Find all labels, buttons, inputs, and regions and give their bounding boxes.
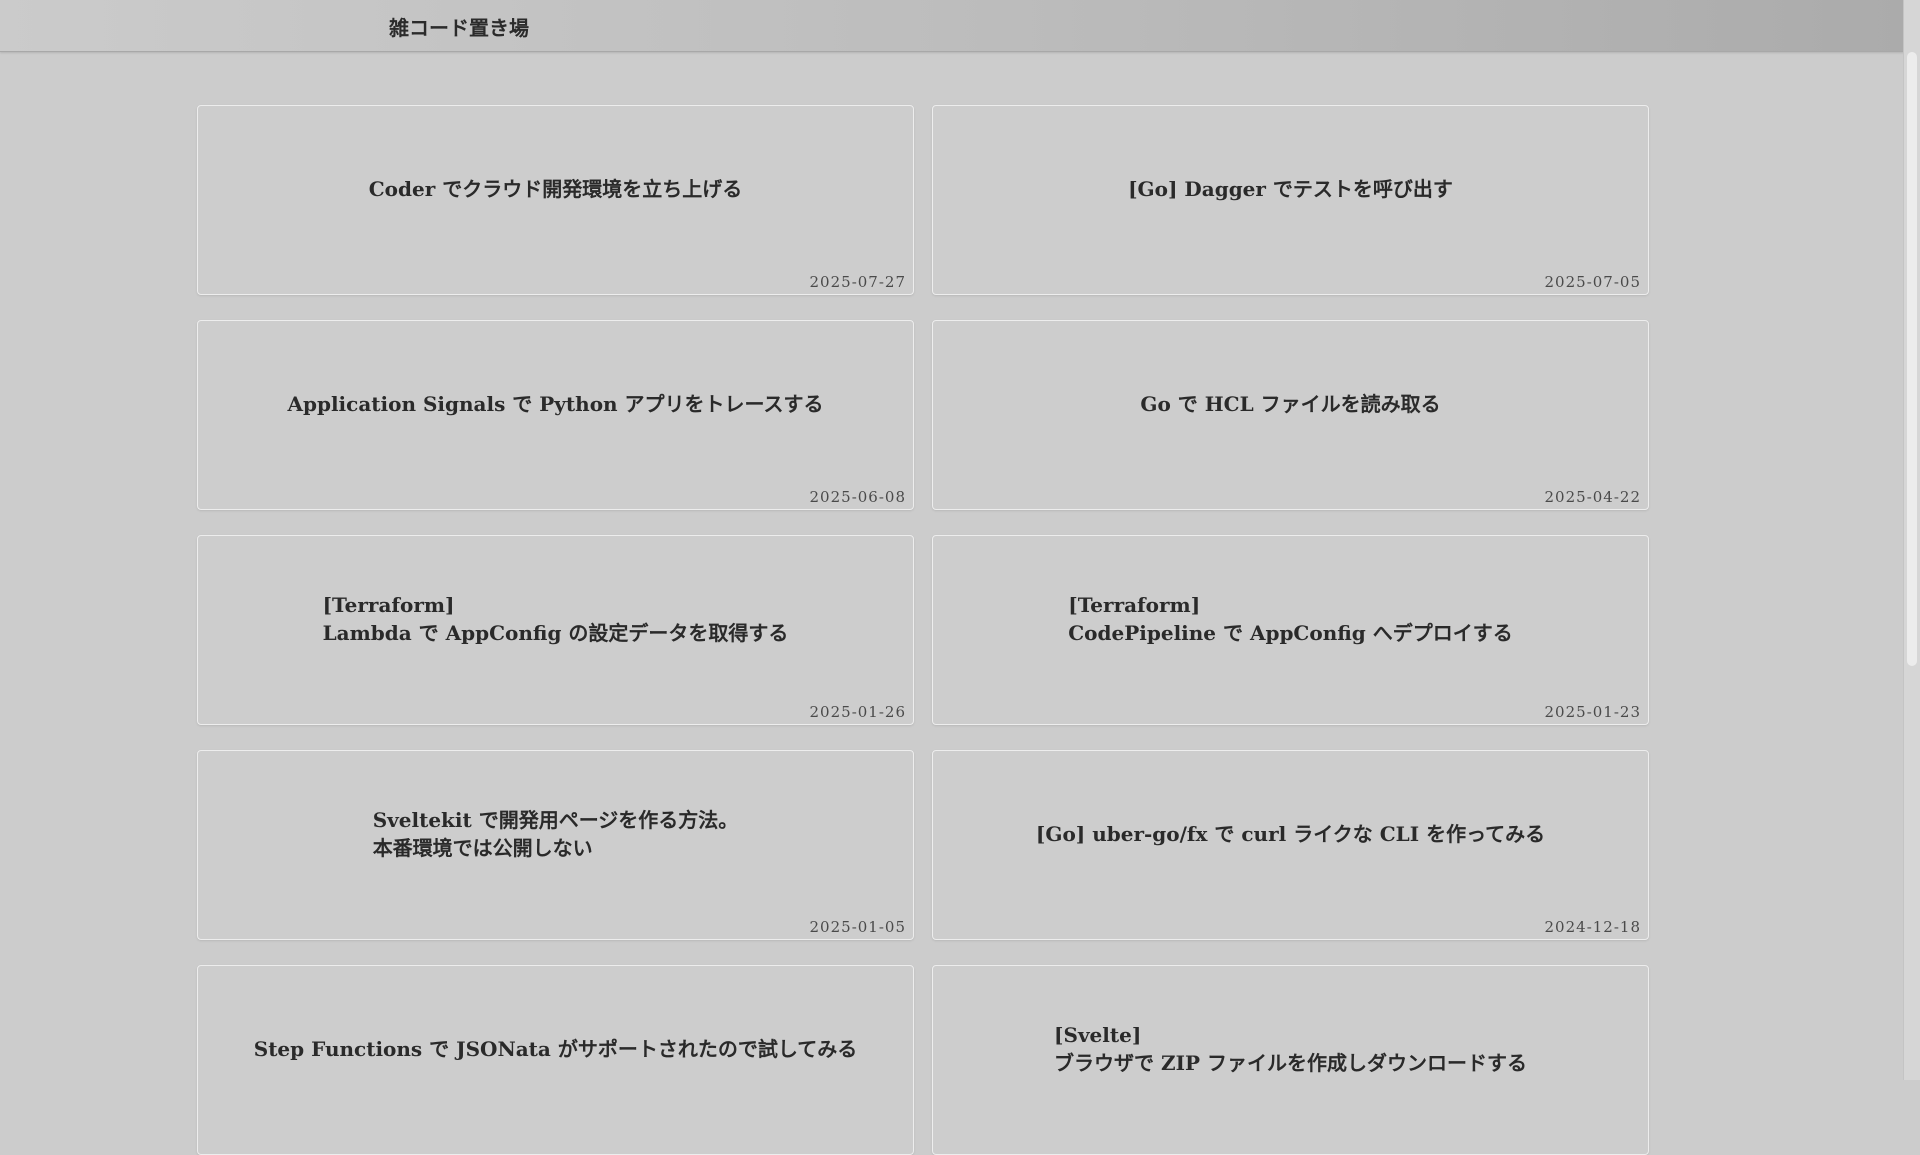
site-title-link[interactable]: 雑コード置き場: [389, 12, 529, 41]
post-card[interactable]: [Go] Dagger でテストを呼び出す 2025-07-05: [932, 105, 1649, 295]
post-title: Application Signals で Python アプリをトレースする: [287, 392, 824, 416]
post-date: 2024-12-18: [1544, 918, 1641, 936]
post-grid: Coder でクラウド開発環境を立ち上げる 2025-07-27 [Go] Da…: [197, 105, 1649, 1155]
post-card[interactable]: Application Signals で Python アプリをトレースする …: [197, 320, 914, 510]
post-title: Go で HCL ファイルを読み取る: [1140, 392, 1441, 416]
post-card[interactable]: [Go] uber-go/fx で curl ライクな CLI を作ってみる 2…: [932, 750, 1649, 940]
post-date: 2025-01-05: [809, 918, 906, 936]
post-date: 2025-04-22: [1544, 488, 1641, 506]
post-date: 2025-06-08: [809, 488, 906, 506]
post-card[interactable]: Step Functions で JSONata がサポートされたので試してみる: [197, 965, 914, 1155]
site-header: 雑コード置き場: [0, 0, 1904, 52]
post-title: Coder でクラウド開発環境を立ち上げる: [368, 177, 743, 201]
post-title: [Terraform] Lambda で AppConfig の設定データを取得…: [322, 593, 789, 645]
post-title: [Go] Dagger でテストを呼び出す: [1128, 177, 1453, 201]
post-card[interactable]: [Svelte] ブラウザで ZIP ファイルを作成しダウンロードする: [932, 965, 1649, 1155]
post-title: [Go] uber-go/fx で curl ライクな CLI を作ってみる: [1035, 822, 1546, 846]
post-card[interactable]: [Terraform] CodePipeline で AppConfig へデプ…: [932, 535, 1649, 725]
post-card[interactable]: Sveltekit で開発用ページを作る方法。 本番環境では公開しない 2025…: [197, 750, 914, 940]
post-title: Step Functions で JSONata がサポートされたので試してみる: [253, 1037, 858, 1061]
post-date: 2025-07-05: [1544, 273, 1641, 291]
post-card[interactable]: Coder でクラウド開発環境を立ち上げる 2025-07-27: [197, 105, 914, 295]
post-title: [Terraform] CodePipeline で AppConfig へデプ…: [1068, 593, 1513, 645]
post-title: [Svelte] ブラウザで ZIP ファイルを作成しダウンロードする: [1054, 1023, 1527, 1075]
post-date: 2025-01-26: [809, 703, 906, 721]
post-card[interactable]: [Terraform] Lambda で AppConfig の設定データを取得…: [197, 535, 914, 725]
post-date: 2025-01-23: [1544, 703, 1641, 721]
post-title: Sveltekit で開発用ページを作る方法。 本番環境では公開しない: [372, 808, 739, 860]
vertical-scrollbar[interactable]: [1903, 0, 1920, 1080]
post-date: 2025-07-27: [809, 273, 906, 291]
post-card[interactable]: Go で HCL ファイルを読み取る 2025-04-22: [932, 320, 1649, 510]
scrollbar-thumb[interactable]: [1907, 52, 1917, 666]
